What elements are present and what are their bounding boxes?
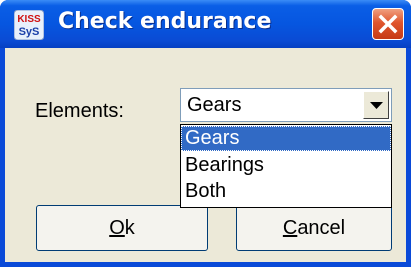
option-bearings[interactable]: Bearings <box>181 153 391 178</box>
app-icon-text-top: KISS <box>17 14 41 25</box>
ok-button[interactable]: Ok <box>36 205 208 251</box>
kisssoft-app-icon: KISS SyS <box>14 10 44 40</box>
cancel-button[interactable]: Cancel <box>236 205 392 251</box>
elements-label: Elements: <box>35 100 124 122</box>
dialog-window: KISS SyS Check endurance Elements: Gears… <box>0 0 411 267</box>
cancel-label-rest: ancel <box>297 217 346 239</box>
chevron-down-icon <box>370 102 383 109</box>
option-both[interactable]: Both <box>181 179 391 204</box>
option-gears[interactable]: Gears <box>181 126 391 151</box>
app-icon-text-bottom: SyS <box>19 26 40 38</box>
elements-dropdown-list: Gears Bearings Both <box>180 124 392 208</box>
window-title: Check endurance <box>58 9 272 34</box>
dropdown-button[interactable] <box>363 91 389 119</box>
ok-mnemonic: O <box>109 217 125 239</box>
close-icon <box>378 14 398 34</box>
elements-selected-value: Gears <box>187 94 242 116</box>
close-button[interactable] <box>372 8 404 40</box>
title-bar[interactable]: KISS SyS Check endurance <box>0 0 411 48</box>
elements-combobox[interactable]: Gears <box>180 88 392 122</box>
cancel-mnemonic: C <box>282 217 298 239</box>
ok-label-rest: k <box>124 217 135 239</box>
